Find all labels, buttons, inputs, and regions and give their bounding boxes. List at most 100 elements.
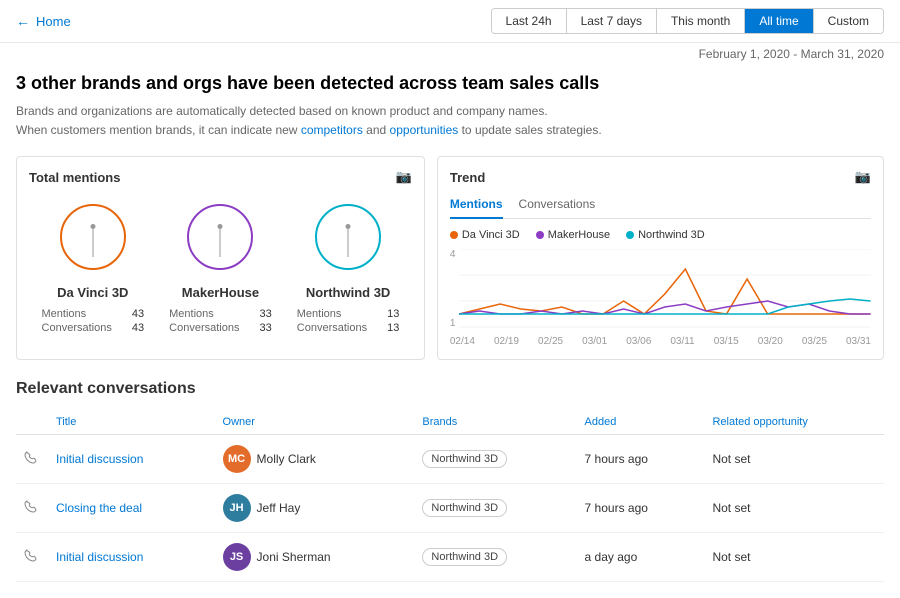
chart-svg	[459, 249, 871, 329]
row-title-2[interactable]: Initial discussion	[48, 533, 215, 582]
legend-label-makerhouse: MakerHouse	[548, 229, 610, 241]
table-row[interactable]: Initial discussion JS Joni Sherman North…	[16, 533, 884, 582]
opportunities-link[interactable]: opportunities	[390, 123, 459, 137]
row-brand-1: Northwind 3D	[414, 484, 576, 533]
filter-last24h[interactable]: Last 24h	[492, 9, 567, 33]
row-owner-1: JH Jeff Hay	[215, 484, 415, 533]
row-brand-0: Northwind 3D	[414, 435, 576, 484]
row-title-0[interactable]: Initial discussion	[48, 435, 215, 484]
top-bar: ← Home Last 24h Last 7 days This month A…	[0, 0, 900, 43]
x-label-0306: 03/06	[626, 336, 651, 347]
row-icon-0	[16, 435, 48, 484]
brand-tag-2: Northwind 3D	[422, 548, 507, 566]
owner-avatar-2: JS	[223, 543, 251, 571]
legend-dot-makerhouse	[536, 231, 544, 239]
brand-item-makerhouse: MakerHouse Mentions 33 Conversations 33	[157, 197, 285, 334]
trend-share-icon[interactable]: 📷	[855, 169, 871, 185]
brand-name-northwind: Northwind 3D	[306, 285, 391, 300]
brand-name-makerhouse: MakerHouse	[182, 285, 259, 300]
trend-title: Trend 📷	[450, 169, 871, 185]
y-label-4: 4	[450, 249, 456, 260]
y-label-1: 1	[450, 318, 456, 329]
row-related-2: Not set	[704, 533, 884, 582]
x-label-0214: 02/14	[450, 336, 475, 347]
desc-line1: Brands and organizations are automatical…	[16, 104, 548, 118]
back-link[interactable]: ← Home	[16, 13, 71, 29]
total-mentions-panel: Total mentions 📷 Da Vinci 3D Mention	[16, 156, 425, 360]
conversations-table: Title Owner Brands Added Related opportu…	[16, 410, 884, 582]
col-brands: Brands	[414, 410, 576, 435]
date-range: February 1, 2020 - March 31, 2020	[0, 43, 900, 65]
x-axis-labels: 02/14 02/19 02/25 03/01 03/06 03/11 03/1…	[450, 336, 871, 347]
brand-tag-1: Northwind 3D	[422, 499, 507, 517]
col-icon	[16, 410, 48, 435]
row-related-1: Not set	[704, 484, 884, 533]
filter-custom[interactable]: Custom	[814, 9, 883, 33]
row-owner-0: MC Molly Clark	[215, 435, 415, 484]
trend-tab-conversations[interactable]: Conversations	[519, 197, 596, 219]
row-icon-1	[16, 484, 48, 533]
row-brand-2: Northwind 3D	[414, 533, 576, 582]
row-added-1: 7 hours ago	[577, 484, 705, 533]
x-label-0219: 02/19	[494, 336, 519, 347]
panels: Total mentions 📷 Da Vinci 3D Mention	[16, 156, 884, 360]
x-label-0331: 03/31	[846, 336, 871, 347]
row-related-0: Not set	[704, 435, 884, 484]
brand-stats-davinci: Mentions 43 Conversations 43	[42, 308, 145, 334]
brand-item-davinci: Da Vinci 3D Mentions 43 Conversations 43	[29, 197, 157, 334]
brand-stats-makerhouse: Mentions 33 Conversations 33	[169, 308, 272, 334]
back-arrow-icon: ←	[16, 13, 30, 29]
col-owner: Owner	[215, 410, 415, 435]
desc-line2-post: to update sales strategies.	[458, 123, 601, 137]
x-label-0225: 02/25	[538, 336, 563, 347]
filter-thismonth[interactable]: This month	[657, 9, 745, 33]
page-description: Brands and organizations are automatical…	[16, 102, 884, 140]
brand-circle-makerhouse	[180, 197, 260, 277]
owner-name-0: Molly Clark	[257, 452, 316, 466]
share-icon[interactable]: 📷	[396, 169, 412, 185]
x-label-0325: 03/25	[802, 336, 827, 347]
table-row[interactable]: Initial discussion MC Molly Clark Northw…	[16, 435, 884, 484]
legend-dot-northwind	[626, 231, 634, 239]
legend-davinci: Da Vinci 3D	[450, 229, 520, 241]
brand-circle-northwind	[308, 197, 388, 277]
table-header-row: Title Owner Brands Added Related opportu…	[16, 410, 884, 435]
trend-tabs: Mentions Conversations	[450, 197, 871, 219]
trend-panel: Trend 📷 Mentions Conversations Da Vinci …	[437, 156, 884, 360]
x-label-0301: 03/01	[582, 336, 607, 347]
trend-chart: 4 1	[450, 249, 871, 332]
brand-circle-davinci	[53, 197, 133, 277]
x-label-0320: 03/20	[758, 336, 783, 347]
row-added-0: 7 hours ago	[577, 435, 705, 484]
filter-alltime[interactable]: All time	[745, 9, 813, 33]
col-title: Title	[48, 410, 215, 435]
legend-dot-davinci	[450, 231, 458, 239]
row-owner-2: JS Joni Sherman	[215, 533, 415, 582]
trend-legend: Da Vinci 3D MakerHouse Northwind 3D	[450, 229, 871, 241]
legend-label-davinci: Da Vinci 3D	[462, 229, 520, 241]
back-label: Home	[36, 14, 71, 29]
filter-last7days[interactable]: Last 7 days	[567, 9, 657, 33]
x-label-0311: 03/11	[670, 336, 694, 347]
y-axis: 4 1	[450, 249, 460, 329]
trend-tab-mentions[interactable]: Mentions	[450, 197, 503, 219]
brand-stats-northwind: Mentions 13 Conversations 13	[297, 308, 400, 334]
chart-svg-wrap	[459, 249, 871, 332]
table-row[interactable]: Closing the deal JH Jeff Hay Northwind 3…	[16, 484, 884, 533]
competitors-link[interactable]: competitors	[301, 123, 363, 137]
main-content: 3 other brands and orgs have been detect…	[0, 65, 900, 598]
owner-avatar-0: MC	[223, 445, 251, 473]
desc-line2-pre: When customers mention brands, it can in…	[16, 123, 301, 137]
brand-item-northwind: Northwind 3D Mentions 13 Conversations 1…	[284, 197, 412, 334]
brand-name-davinci: Da Vinci 3D	[57, 285, 128, 300]
x-label-0315: 03/15	[714, 336, 739, 347]
owner-name-2: Joni Sherman	[257, 550, 331, 564]
row-title-1[interactable]: Closing the deal	[48, 484, 215, 533]
total-mentions-title: Total mentions 📷	[29, 169, 412, 185]
legend-northwind: Northwind 3D	[626, 229, 705, 241]
brand-tag-0: Northwind 3D	[422, 450, 507, 468]
row-added-2: a day ago	[577, 533, 705, 582]
conversations-title: Relevant conversations	[16, 380, 884, 398]
legend-label-northwind: Northwind 3D	[638, 229, 705, 241]
time-filter-group: Last 24h Last 7 days This month All time…	[491, 8, 884, 34]
